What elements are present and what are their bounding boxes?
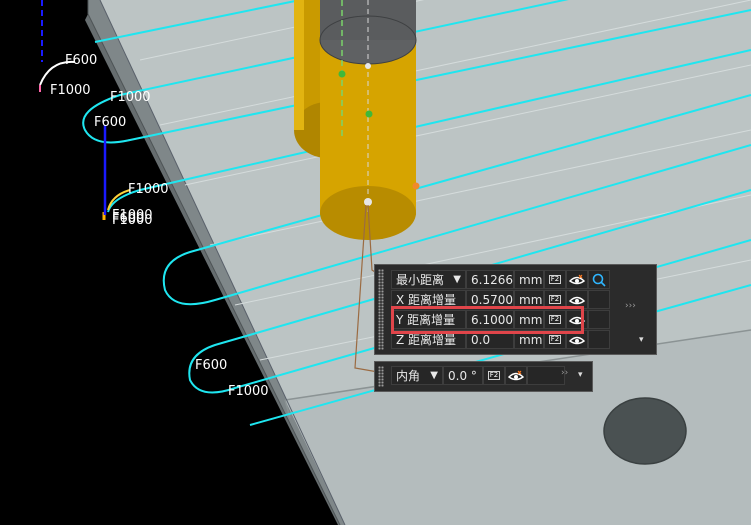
f2-icon[interactable]: F2: [483, 366, 505, 385]
empty-cell: [588, 290, 610, 309]
measure-type-dropdown[interactable]: 最小距离 ▼: [391, 270, 466, 289]
highlight-box: [391, 306, 584, 334]
empty-cell: [527, 366, 565, 385]
loop-icon[interactable]: [588, 270, 610, 289]
f2-icon[interactable]: F2: [544, 270, 566, 289]
cad-viewport[interactable]: F600 F1000 F1000 F600 F1000 F1000 F1000 …: [0, 0, 751, 525]
angle-row: 内角 ▼ 0.0 ° F2: [391, 366, 565, 385]
tool-point-green: [365, 110, 373, 118]
tool-point-orange: [412, 182, 420, 190]
empty-cell: [588, 330, 610, 349]
feed-label: F1000: [228, 384, 269, 399]
feed-label: F1000: [128, 182, 169, 197]
angle-type-dropdown[interactable]: 内角 ▼: [391, 366, 443, 385]
feed-label: F600: [65, 53, 97, 68]
angle-panel: 内角 ▼ 0.0 ° F2 ›› ▾: [374, 361, 593, 392]
visibility-eye-icon[interactable]: [505, 366, 527, 385]
chevron-down-icon: ▼: [430, 370, 438, 381]
panel-arrows-icon[interactable]: ››: [561, 368, 568, 378]
feed-label: F600: [112, 211, 144, 226]
tool-point-white: [364, 198, 372, 206]
tool-point-green: [338, 70, 346, 78]
measure-unit: mm: [514, 270, 544, 289]
chevron-down-icon: ▼: [453, 274, 461, 285]
measure-label: 最小距离: [396, 273, 445, 287]
feed-label: F600: [195, 358, 227, 373]
part-hole: [603, 397, 687, 465]
measure-value: 6.1266: [466, 270, 514, 289]
chevron-down-icon[interactable]: ▾: [578, 370, 583, 380]
angle-value: 0.0 °: [443, 366, 483, 385]
visibility-eye-icon[interactable]: [566, 270, 588, 289]
chevron-down-icon[interactable]: ▾: [639, 335, 644, 345]
empty-cell: [588, 310, 610, 329]
measure-row-min-distance: 最小距离 ▼ 6.1266 mm F2: [391, 270, 610, 289]
panel-arrows-icon[interactable]: ›››: [625, 301, 636, 311]
tool-point-white: [365, 63, 371, 69]
feed-label: F1000: [50, 83, 91, 98]
angle-label: 内角: [396, 369, 421, 383]
panel-grip-handle[interactable]: [378, 366, 384, 387]
feed-label: F1000: [110, 90, 151, 105]
panel-grip-handle[interactable]: [378, 269, 384, 350]
feed-label: F600: [94, 115, 126, 130]
